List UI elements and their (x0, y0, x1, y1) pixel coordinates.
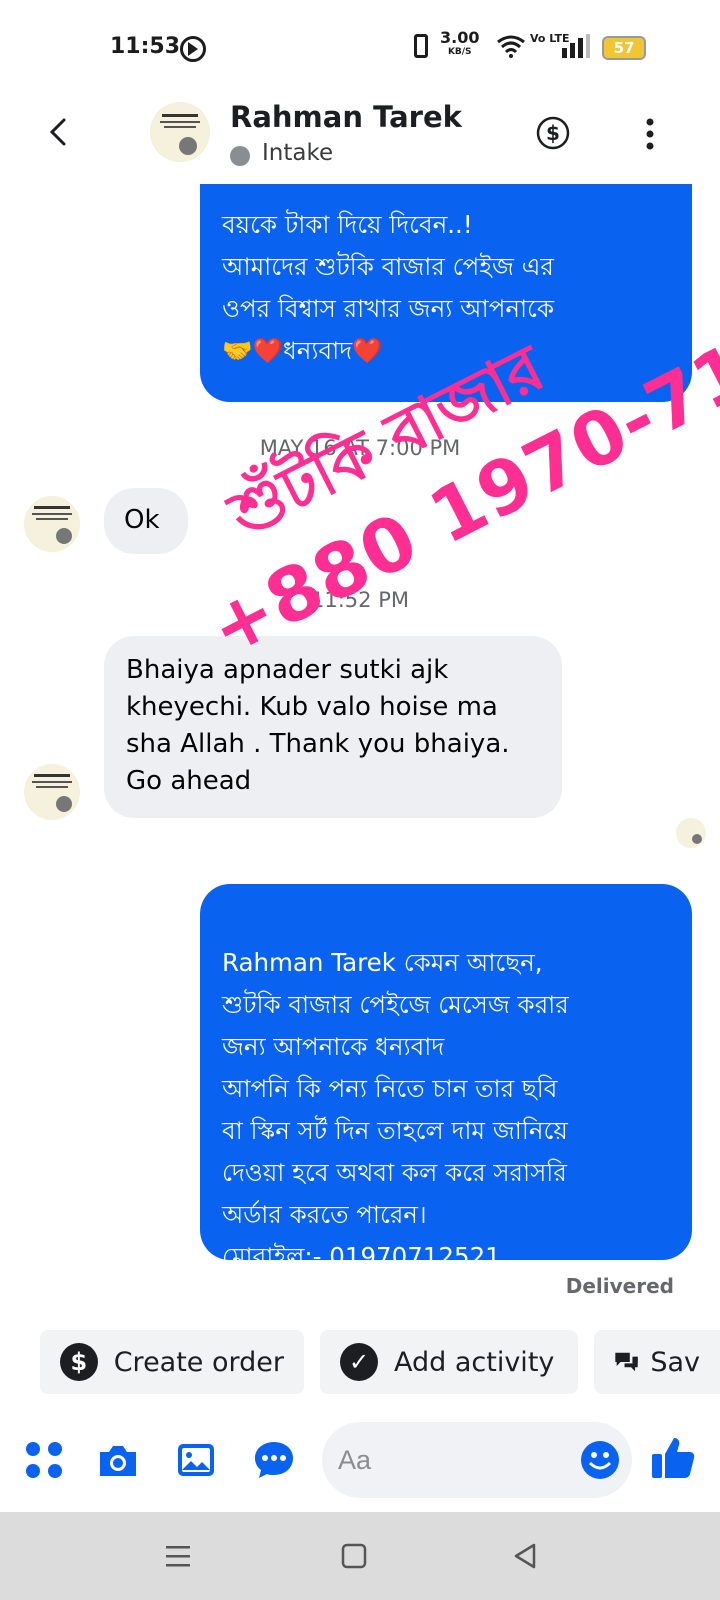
message-timestamp: MAY 16 AT 7:00 PM (259, 436, 461, 460)
status-time: 11:53 (110, 34, 181, 59)
dollar-circle-icon: $ (60, 1343, 98, 1381)
battery-indicator: 57 (602, 36, 646, 60)
avatar[interactable] (24, 496, 80, 552)
chat-header: Rahman Tarek Intake $ (0, 96, 720, 184)
create-order-chip[interactable]: $ Create order (40, 1330, 304, 1394)
dnd-icon (180, 36, 206, 62)
saved-replies-chip[interactable]: Sav (594, 1330, 720, 1394)
system-nav-bar (0, 1512, 720, 1600)
phone-link[interactable]: 01970712521 (329, 1242, 500, 1271)
incoming-message[interactable]: Bhaiya apnader sutki ajk kheyechi. Kub v… (104, 636, 562, 818)
back-triangle-icon[interactable] (508, 1540, 544, 1572)
quick-action-chips: $ Create order ✓ Add activity Sav (0, 1330, 720, 1396)
seen-avatar (676, 818, 706, 848)
message-timestamp: 11:52 PM (311, 588, 409, 612)
contact-avatar[interactable] (150, 102, 210, 162)
apps-grid-icon[interactable] (22, 1438, 66, 1482)
svg-text:$: $ (546, 121, 560, 145)
camera-icon[interactable] (96, 1438, 140, 1482)
reply-text: Rahman Tarek কেমন আছেন, শুটকি বাজার পেইজ… (222, 948, 569, 1229)
dollar-circle-icon[interactable]: $ (536, 116, 570, 150)
signal-icon (562, 34, 590, 58)
vibrate-icon (414, 34, 428, 58)
emoji-icon[interactable] (580, 1440, 620, 1480)
chat-bubble-icon[interactable] (252, 1438, 296, 1482)
network-speed: 3.00 KB/S (440, 28, 480, 58)
image-icon[interactable] (174, 1438, 218, 1482)
home-icon[interactable] (336, 1540, 372, 1572)
contact-name[interactable]: Rahman Tarek (230, 100, 462, 134)
menu-icon[interactable] (160, 1540, 196, 1572)
incoming-message[interactable]: Ok (104, 488, 188, 554)
contact-status[interactable]: Intake (262, 140, 333, 166)
check-circle-icon: ✓ (340, 1343, 378, 1381)
outgoing-message[interactable]: বয়কে টাকা দিয়ে দিবেন..! আমাদের শুটকি ব… (200, 174, 692, 402)
avatar[interactable] (24, 764, 80, 820)
chat-bubbles-icon (615, 1352, 638, 1372)
thumbs-up-icon[interactable] (650, 1434, 696, 1480)
wifi-icon (497, 35, 525, 58)
status-dot (230, 146, 250, 166)
outgoing-message[interactable]: Rahman Tarek কেমন আছেন, শুটকি বাজার পেইজ… (200, 884, 692, 1271)
more-vertical-icon[interactable] (644, 118, 656, 150)
delivered-status: Delivered (565, 1274, 674, 1298)
status-bar: 11:53 3.00 KB/S Vo LTE 57 (0, 0, 720, 96)
chevron-left-icon[interactable] (44, 116, 76, 148)
mobile-line: মোবাইল:- 01970712521 (222, 1242, 501, 1271)
message-composer (0, 1418, 720, 1508)
add-activity-chip[interactable]: ✓ Add activity (320, 1330, 578, 1394)
